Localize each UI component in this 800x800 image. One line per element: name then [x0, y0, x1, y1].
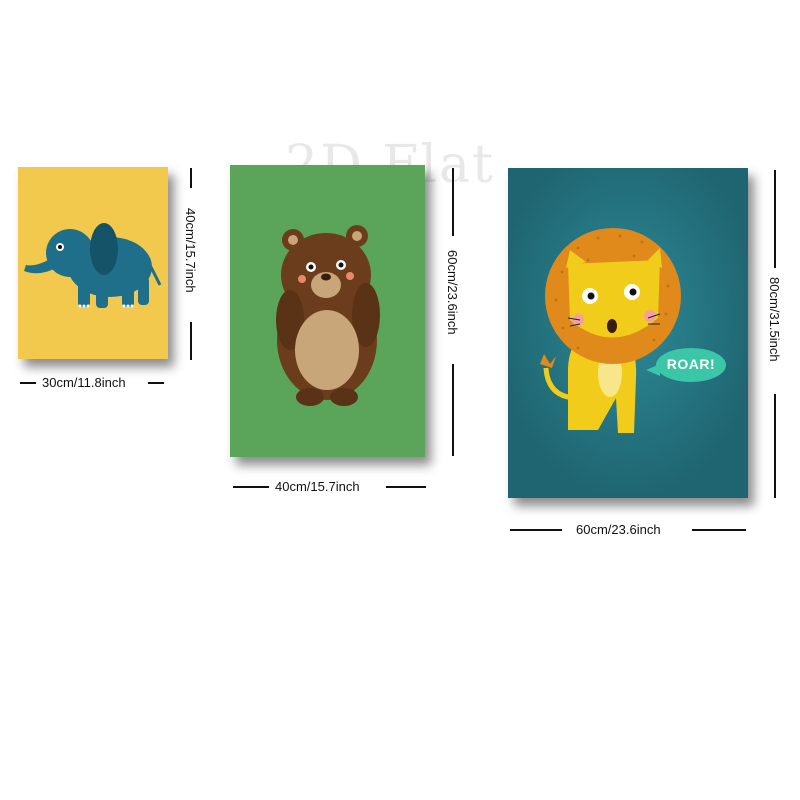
- bear-poster: [230, 165, 425, 457]
- speech-bubble: ROAR!: [646, 348, 726, 382]
- height-line-bottom-3: [774, 394, 776, 498]
- lion-illustration: [508, 168, 748, 498]
- lion-poster: ROAR!: [508, 168, 748, 498]
- bear-width-label: 40cm/15.7inch: [275, 479, 360, 494]
- width-line-right-3: [692, 529, 746, 531]
- bear-illustration: [276, 225, 380, 406]
- bear-height-label: 60cm/23.6inch: [445, 250, 460, 335]
- roar-text: ROAR!: [666, 356, 716, 372]
- height-line-top-3: [774, 170, 776, 268]
- width-line-left-1: [20, 382, 36, 384]
- height-line-top-1: [190, 168, 192, 188]
- width-line-right-1: [148, 382, 164, 384]
- lion-height-label: 80cm/31.5inch: [767, 277, 782, 362]
- height-line-bottom-1: [190, 322, 192, 360]
- width-line-left-3: [510, 529, 562, 531]
- elephant-width-label: 30cm/11.8inch: [42, 375, 126, 390]
- width-line-left-2: [233, 486, 269, 488]
- height-line-top-2: [452, 168, 454, 236]
- height-line-bottom-2: [452, 364, 454, 456]
- elephant-height-label: 40cm/15.7inch: [183, 208, 198, 293]
- elephant-poster: [18, 167, 168, 359]
- lion-width-label: 60cm/23.6inch: [576, 522, 661, 537]
- elephant-illustration: [24, 223, 162, 308]
- width-line-right-2: [386, 486, 426, 488]
